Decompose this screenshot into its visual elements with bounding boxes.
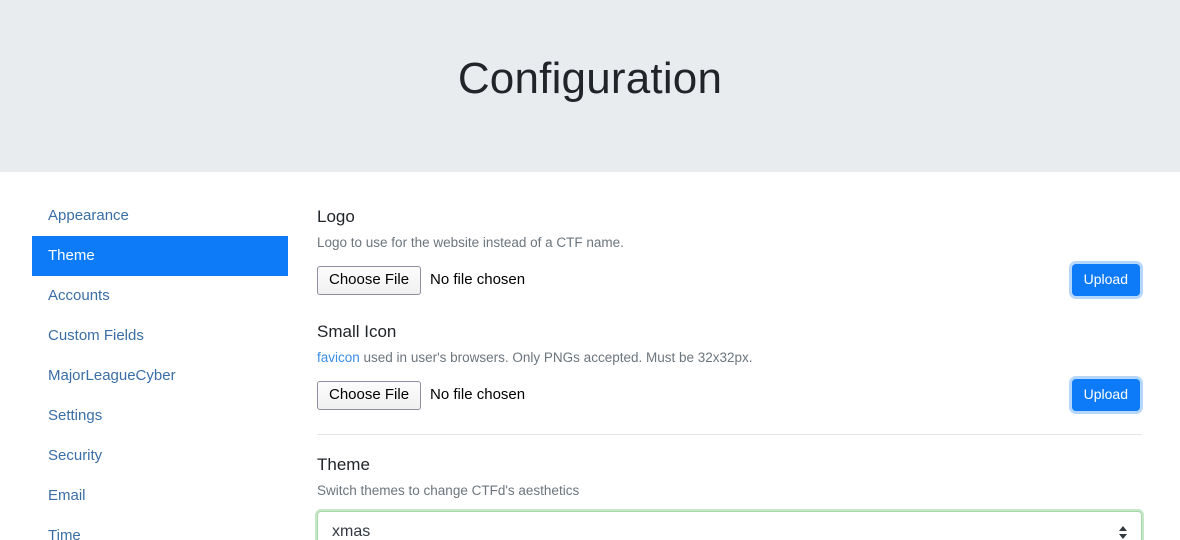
page-body: Appearance Theme Accounts Custom Fields …: [0, 172, 1180, 540]
sidebar-item-email[interactable]: Email: [32, 476, 288, 516]
sidebar-item-settings[interactable]: Settings: [32, 396, 288, 436]
logo-label: Logo: [317, 206, 1142, 228]
sidebar-nav-list: Appearance Theme Accounts Custom Fields …: [32, 196, 288, 540]
sidebar-list-item: Accounts: [32, 276, 288, 316]
sidebar-list-item: Theme: [32, 236, 288, 276]
small-icon-choose-file-button[interactable]: Choose File: [317, 381, 421, 410]
small-icon-file-status: No file chosen: [430, 386, 525, 404]
logo-upload-row: Choose File No file chosen Upload: [317, 263, 1142, 297]
sidebar-item-time[interactable]: Time: [32, 516, 288, 540]
sidebar-list-item: Custom Fields: [32, 316, 288, 356]
small-icon-upload-row: Choose File No file chosen Upload: [317, 378, 1142, 412]
sidebar-list-item: Settings: [32, 396, 288, 436]
sidebar-item-majorleaguecyber[interactable]: MajorLeagueCyber: [32, 356, 288, 396]
theme-select[interactable]: xmas: [317, 511, 1142, 540]
small-icon-upload-button[interactable]: Upload: [1072, 379, 1140, 411]
config-main-content: Logo Logo to use for the website instead…: [288, 196, 1180, 540]
sidebar-item-appearance[interactable]: Appearance: [32, 196, 288, 236]
logo-file-status: No file chosen: [430, 271, 525, 289]
section-divider: [317, 434, 1142, 435]
sidebar-list-item: Time: [32, 516, 288, 540]
small-icon-label: Small Icon: [317, 321, 1142, 343]
small-icon-help-rest: used in user's browsers. Only PNGs accep…: [360, 350, 753, 365]
logo-field-group: Logo Logo to use for the website instead…: [317, 206, 1142, 297]
theme-select-wrap: xmas: [317, 511, 1142, 540]
logo-help-text: Logo to use for the website instead of a…: [317, 234, 1142, 252]
small-icon-file-input[interactable]: Choose File No file chosen: [317, 381, 525, 410]
sidebar-list-item: Email: [32, 476, 288, 516]
theme-help-text: Switch themes to change CTFd's aesthetic…: [317, 482, 1142, 500]
logo-file-input[interactable]: Choose File No file chosen: [317, 266, 525, 295]
page-title: Configuration: [458, 57, 722, 115]
sidebar-item-accounts[interactable]: Accounts: [32, 276, 288, 316]
theme-label: Theme: [317, 454, 1142, 476]
page-header-band: Configuration: [0, 0, 1180, 172]
section-spacer: [317, 301, 1142, 321]
logo-upload-button[interactable]: Upload: [1072, 264, 1140, 296]
theme-field-group: Theme Switch themes to change CTFd's aes…: [317, 454, 1142, 540]
sidebar-item-custom-fields[interactable]: Custom Fields: [32, 316, 288, 356]
favicon-link[interactable]: favicon: [317, 350, 360, 365]
sidebar-item-theme[interactable]: Theme: [32, 236, 288, 276]
config-sidebar: Appearance Theme Accounts Custom Fields …: [0, 196, 288, 540]
small-icon-field-group: Small Icon favicon used in user's browse…: [317, 321, 1142, 412]
logo-choose-file-button[interactable]: Choose File: [317, 266, 421, 295]
sidebar-item-security[interactable]: Security: [32, 436, 288, 476]
sidebar-list-item: Security: [32, 436, 288, 476]
sidebar-list-item: MajorLeagueCyber: [32, 356, 288, 396]
small-icon-help-text: favicon used in user's browsers. Only PN…: [317, 349, 1142, 367]
sidebar-list-item: Appearance: [32, 196, 288, 236]
